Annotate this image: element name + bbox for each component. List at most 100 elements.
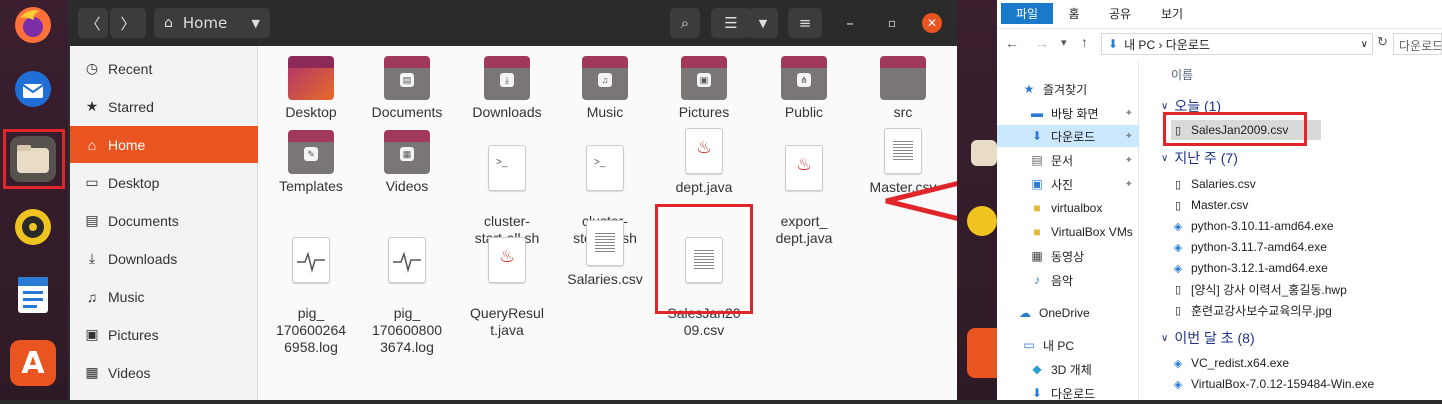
- file-queryresult-java[interactable]: ♨ QueryResul t.java: [457, 220, 557, 339]
- nav-3d-objects[interactable]: ◆ 3D 개체: [997, 358, 1139, 380]
- nav-pictures[interactable]: ▣ 사진 ✦: [997, 173, 1139, 195]
- back-arrow-icon[interactable]: ←: [1005, 35, 1019, 51]
- search-button[interactable]: ⌕: [670, 8, 700, 38]
- file-documents[interactable]: ▤ Documents: [357, 56, 457, 121]
- sidebar-item-pictures[interactable]: ▣ Pictures: [70, 316, 258, 353]
- path-bar[interactable]: ⌂ Home ▼: [154, 8, 270, 38]
- list-icon: ☰: [724, 14, 738, 32]
- sidebar-item-music[interactable]: ♫ Music: [70, 278, 258, 315]
- home-icon: ⌂: [164, 15, 173, 31]
- file-videos[interactable]: ▦ Videos: [357, 130, 457, 195]
- firefox-icon[interactable]: [10, 2, 56, 48]
- nav-music[interactable]: ♪ 음악: [997, 269, 1139, 291]
- group-this-month[interactable]: ∨ 이번 달 초 (8): [1161, 328, 1255, 348]
- tab-home[interactable]: 홈: [1057, 3, 1091, 24]
- explorer-window: 파일 홈 공유 보기 ← → ▾ ↑ ⬇ 내 PC › 다운로드 ∨ ↻ 다운로…: [997, 0, 1442, 401]
- up-arrow-icon[interactable]: ↑: [1081, 34, 1088, 50]
- address-bar[interactable]: ⬇ 내 PC › 다운로드 ∨: [1101, 33, 1373, 55]
- pictures-icon: ▣: [1031, 177, 1043, 191]
- file-desktop[interactable]: Desktop: [261, 56, 361, 121]
- hamburger-icon: ≡: [798, 14, 812, 32]
- list-item[interactable]: ▯ Salaries.csv: [1171, 174, 1256, 194]
- list-item[interactable]: ▯ [양식] 강사 이력서_홍길동.hwp: [1171, 279, 1347, 299]
- close-button[interactable]: ✕: [922, 13, 942, 33]
- nav-pc-downloads[interactable]: ⬇ 다운로드: [997, 382, 1139, 404]
- file-export-dept-java[interactable]: ♨ export_ dept.java: [754, 128, 854, 247]
- writer-icon[interactable]: [10, 272, 56, 318]
- chevron-down-icon: ▼: [251, 16, 260, 30]
- search-input[interactable]: 다운로드: [1393, 33, 1442, 55]
- list-item[interactable]: ◈ python-3.12.1-amd64.exe: [1171, 258, 1328, 278]
- forward-button[interactable]: 〉: [110, 8, 146, 38]
- file-public[interactable]: ⋔ Public: [754, 56, 854, 121]
- sidebar-item-documents[interactable]: ▤ Documents: [70, 202, 258, 239]
- forward-arrow-icon[interactable]: →: [1035, 35, 1049, 51]
- sidebar-item-home[interactable]: ⌂ Home: [70, 126, 258, 163]
- sidebar-item-downloads[interactable]: ⤓ Downloads: [70, 240, 258, 277]
- installer-icon: ◈: [1173, 241, 1183, 254]
- minimize-button[interactable]: –: [840, 8, 860, 38]
- back-button[interactable]: 〈: [78, 8, 108, 38]
- file-pig-log-1[interactable]: pig_ 170600264 6958.log: [261, 220, 361, 356]
- pin-icon: ✦: [1124, 178, 1133, 190]
- nav-documents[interactable]: ▤ 문서 ✦: [997, 149, 1139, 171]
- nav-this-pc[interactable]: ▭ 내 PC: [997, 334, 1139, 356]
- sidebar-item-starred[interactable]: ★ Starred: [70, 88, 258, 125]
- star-icon: ★: [85, 98, 99, 114]
- file-salaries-csv[interactable]: Salaries.csv: [555, 220, 655, 288]
- sidebar: ◷ Recent ★ Starred ⌂ Home ▭ Desktop ▤ Documen…: [70, 46, 258, 400]
- group-last-week[interactable]: ∨ 지난 주 (7): [1161, 148, 1238, 168]
- list-item[interactable]: ◈ VC_redist.x64.exe: [1171, 353, 1289, 373]
- file-templates[interactable]: ✎ Templates: [261, 130, 361, 195]
- tab-view[interactable]: 보기: [1155, 3, 1189, 24]
- nav-quick-access[interactable]: ★ 즐겨찾기: [997, 78, 1139, 100]
- view-options-button[interactable]: ▼: [748, 8, 778, 38]
- file-src[interactable]: src: [853, 56, 953, 121]
- menu-button[interactable]: ≡: [788, 8, 822, 38]
- rhythmbox-icon[interactable]: [10, 204, 56, 250]
- sidebar-item-videos[interactable]: ▦ Videos: [70, 354, 258, 391]
- sidebar-item-recent[interactable]: ◷ Recent: [70, 50, 258, 87]
- maximize-button[interactable]: ▫: [882, 8, 902, 38]
- nav-desktop[interactable]: ▬ 바탕 화면 ✦: [997, 102, 1139, 124]
- list-item[interactable]: ▯ Master.csv: [1171, 195, 1248, 215]
- refresh-icon[interactable]: ↻: [1377, 34, 1393, 54]
- list-item[interactable]: ▯ 훈련교강사보수교육의무.jpg: [1171, 300, 1332, 320]
- file-pictures[interactable]: ▣ Pictures: [654, 56, 754, 121]
- nav-onedrive[interactable]: ☁ OneDrive: [997, 302, 1139, 324]
- list-item[interactable]: ◈ python-3.11.7-amd64.exe: [1171, 237, 1327, 257]
- list-item[interactable]: ◈ python-3.10.11-amd64.exe: [1171, 216, 1334, 236]
- nav-virtualbox-vms[interactable]: ■ VirtualBox VMs: [997, 221, 1139, 243]
- files-icon[interactable]: [10, 136, 56, 182]
- nav-videos[interactable]: ▦ 동영상: [997, 245, 1139, 267]
- column-header-name[interactable]: 이름: [1171, 66, 1193, 83]
- sidebar-item-desktop[interactable]: ▭ Desktop: [70, 164, 258, 201]
- script-file-icon: >_: [586, 145, 624, 191]
- download-icon: ⬇: [1031, 129, 1043, 143]
- app-center-icon[interactable]: A: [10, 340, 56, 386]
- file-dept-java[interactable]: ♨ dept.java: [654, 128, 754, 196]
- file-icon: ▯: [1174, 283, 1182, 296]
- list-item[interactable]: ◈ VirtualBox-7.0.12-159484-Win.exe: [1171, 374, 1374, 394]
- desktop-icon: ▭: [85, 174, 99, 190]
- log-file-icon: [388, 237, 426, 283]
- file-pig-log-2[interactable]: pig_ 170600800 3674.log: [357, 220, 457, 356]
- app-center-icon: [967, 328, 997, 378]
- csv-file-icon: [884, 128, 922, 174]
- nav-downloads[interactable]: ⬇ 다운로드 ✦: [997, 125, 1139, 147]
- tab-file[interactable]: 파일: [1001, 3, 1053, 24]
- thunderbird-icon[interactable]: [10, 66, 56, 112]
- folder-pictures-icon: ▣: [681, 56, 727, 100]
- file-music[interactable]: ♫ Music: [555, 56, 655, 121]
- cloud-icon: ☁: [1019, 306, 1031, 320]
- chevron-down-icon: ▼: [758, 16, 768, 30]
- recent-chevron-icon[interactable]: ▾: [1061, 36, 1067, 49]
- documents-icon: ▤: [1031, 153, 1043, 167]
- tab-share[interactable]: 공유: [1103, 3, 1137, 24]
- folder-downloads-icon: ⤓: [484, 56, 530, 100]
- file-downloads[interactable]: ⤓ Downloads: [457, 56, 557, 121]
- ubuntu-dock: A: [0, 0, 68, 400]
- nav-virtualbox[interactable]: ■ virtualbox: [997, 197, 1139, 219]
- view-list-button[interactable]: ☰: [711, 8, 751, 38]
- image-file-icon: ▯: [1174, 304, 1182, 317]
